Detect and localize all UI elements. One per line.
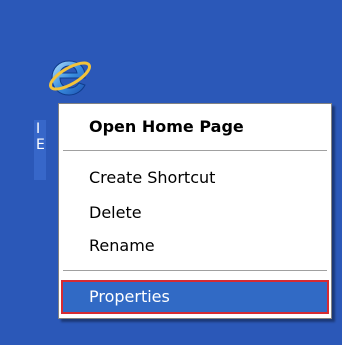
internet-explorer-icon[interactable]: [44, 53, 92, 101]
menu-item-create-shortcut[interactable]: Create Shortcut: [61, 164, 329, 192]
icon-label-line-1: I: [36, 121, 41, 137]
desktop[interactable]: I E Open Home Page Create Shortcut Delet…: [0, 0, 342, 345]
menu-item-open-home-page[interactable]: Open Home Page: [61, 113, 329, 141]
menu-item-properties[interactable]: Properties: [61, 280, 329, 314]
icon-label-line-2: E: [36, 137, 45, 153]
menu-item-delete[interactable]: Delete: [61, 199, 329, 227]
context-menu: Open Home Page Create Shortcut Delete Re…: [58, 103, 332, 319]
ie-logo-graphic: [49, 60, 91, 96]
menu-item-rename[interactable]: Rename: [61, 232, 329, 260]
icon-label[interactable]: I E: [34, 120, 46, 180]
menu-separator: [63, 270, 327, 271]
menu-separator: [63, 150, 327, 151]
